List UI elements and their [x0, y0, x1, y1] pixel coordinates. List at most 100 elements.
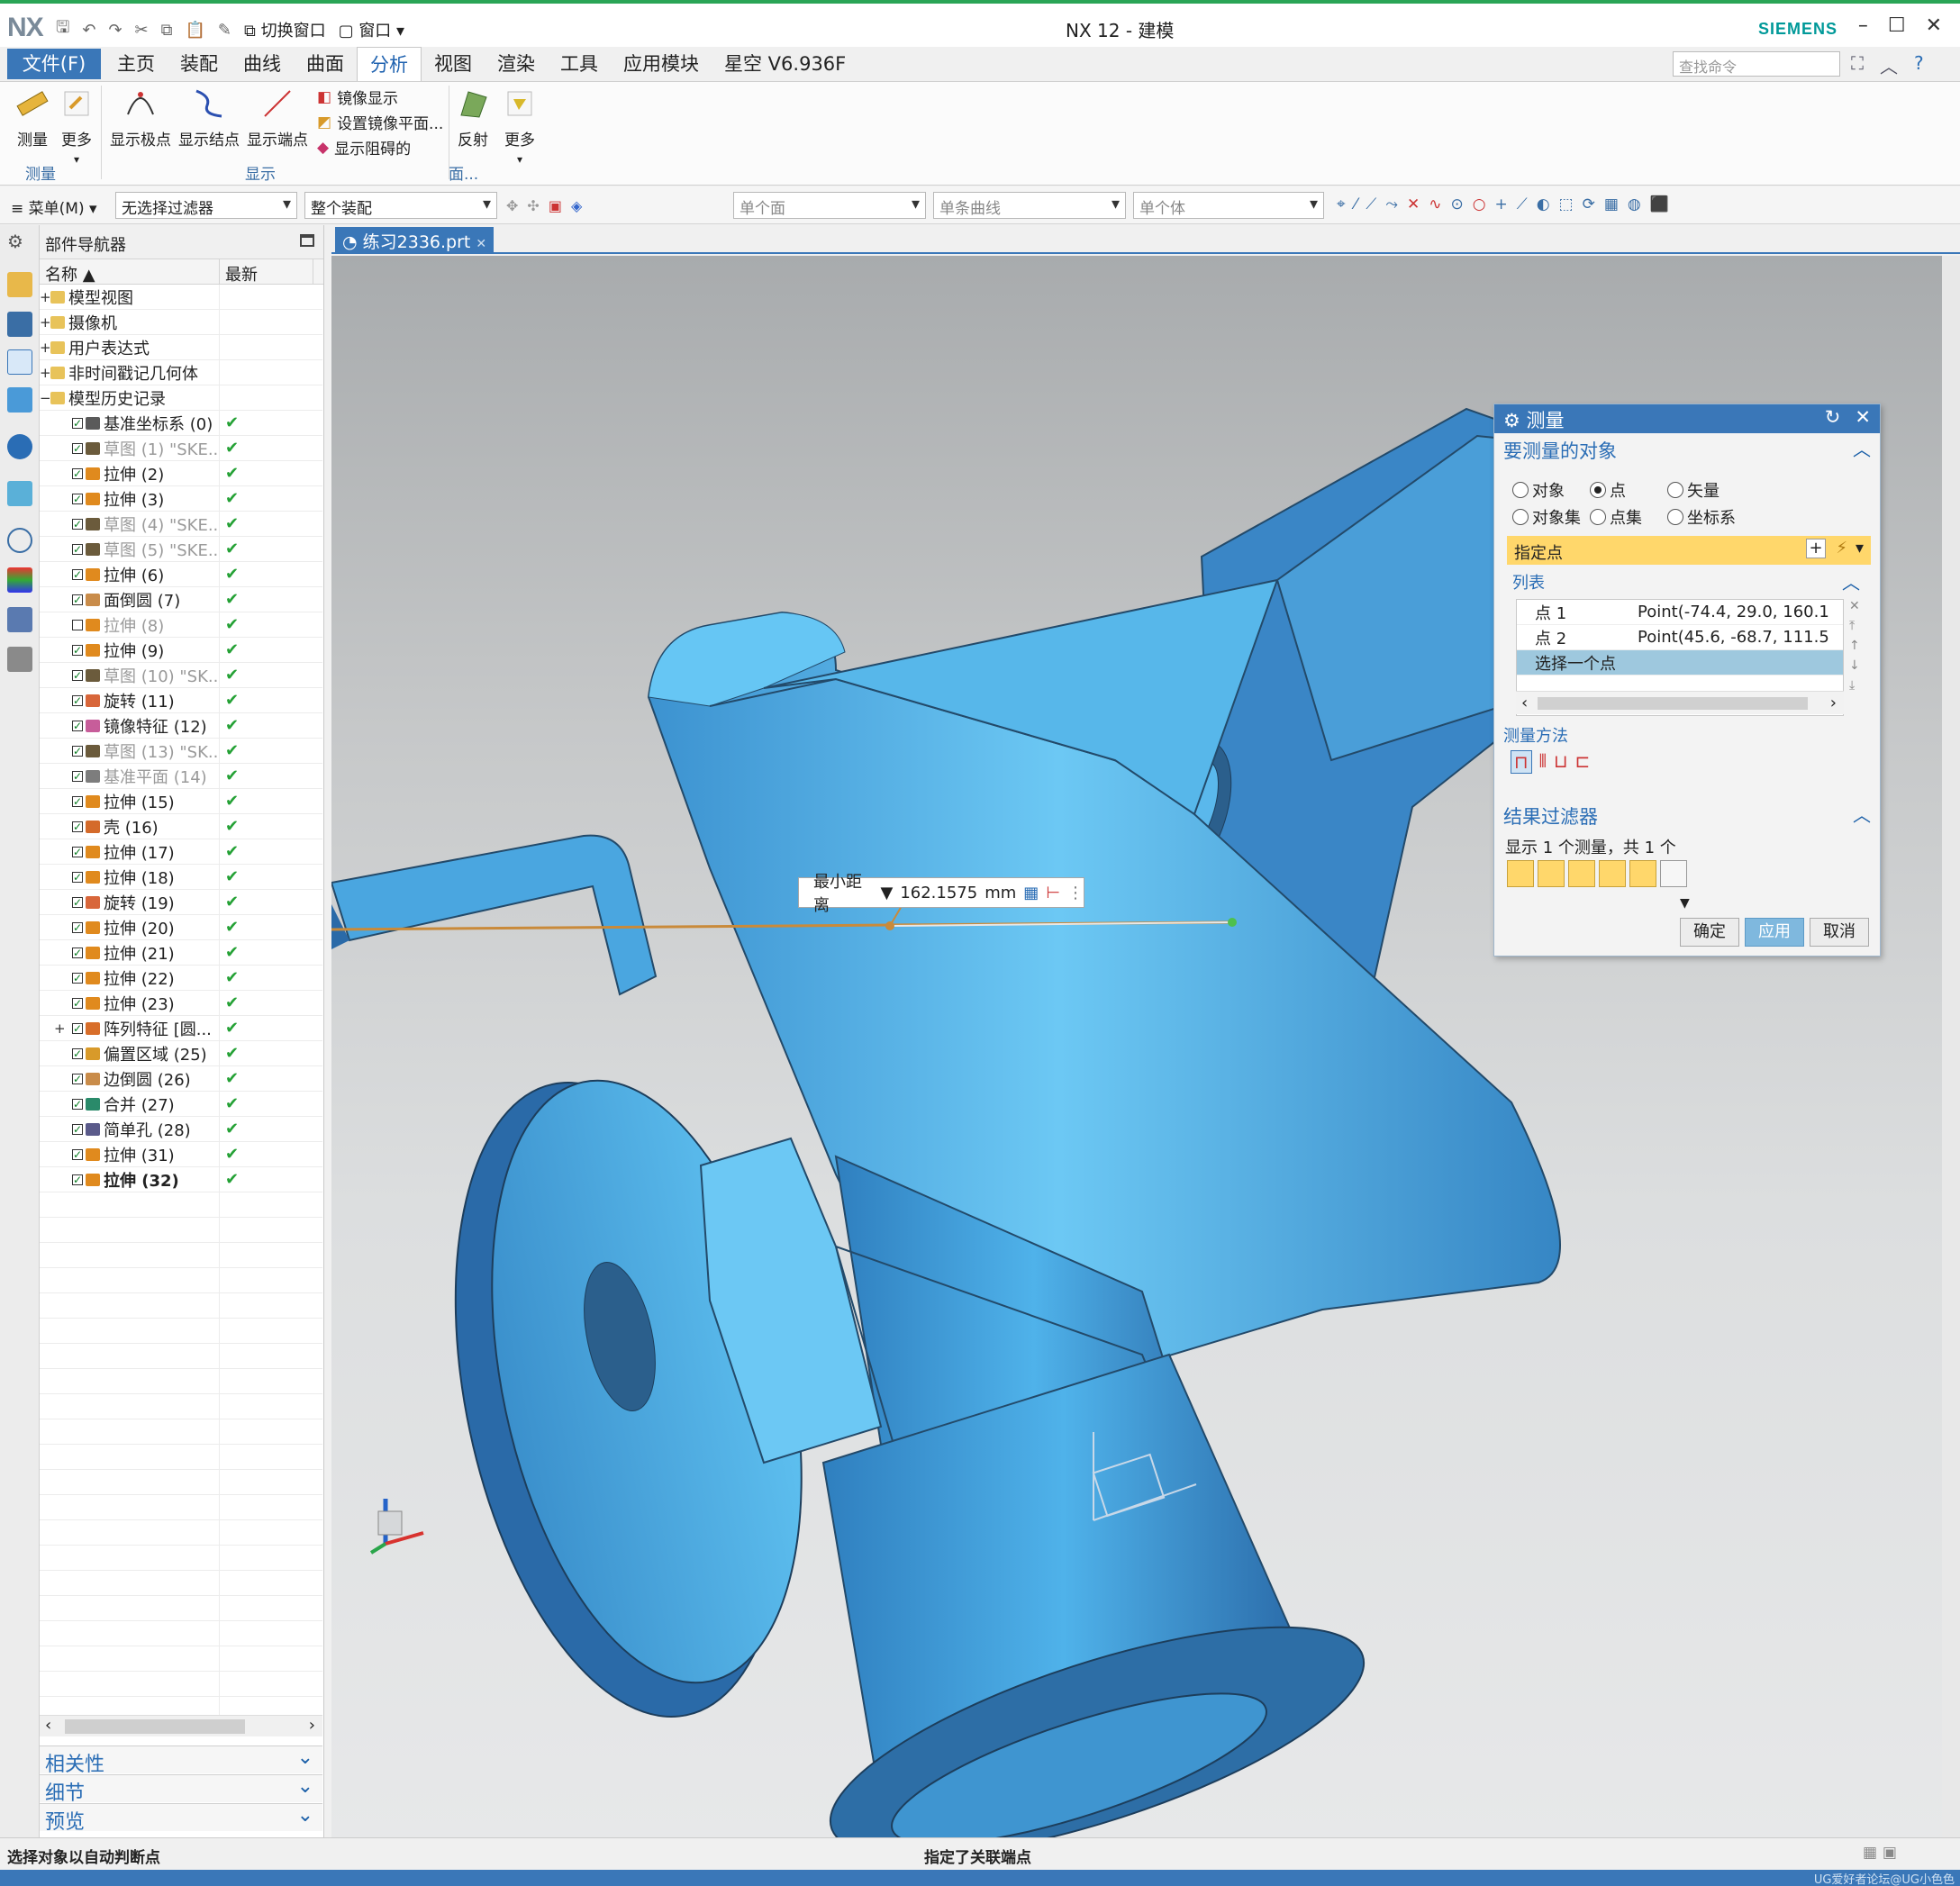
visibility-checkbox[interactable]: ✓: [72, 1123, 83, 1135]
ok-button[interactable]: 确定: [1680, 918, 1739, 947]
part-navigator-icon[interactable]: [7, 349, 32, 375]
expand-toggle-icon[interactable]: +: [40, 365, 51, 381]
face-rule-dropdown[interactable]: 单个面: [733, 192, 926, 219]
expand-toggle-icon[interactable]: −: [40, 390, 51, 406]
filter-table-icon[interactable]: [1660, 860, 1687, 887]
visibility-checkbox[interactable]: ✓: [72, 770, 83, 782]
feature-row[interactable]: ✓ 拉伸 (17) ✔: [40, 839, 322, 865]
constraint-navigator-icon[interactable]: [7, 312, 32, 337]
column-name[interactable]: 名称 ▲: [40, 259, 220, 285]
minimize-icon[interactable]: –: [1858, 14, 1868, 37]
fullscreen-icon[interactable]: ⛶: [1851, 52, 1864, 78]
navigator-hscrollbar[interactable]: ‹ ›: [40, 1715, 322, 1736]
list-scroll-thumb[interactable]: [1538, 697, 1808, 710]
close-icon[interactable]: ✕: [1926, 14, 1942, 37]
maximize-panel-icon[interactable]: [300, 234, 314, 247]
tab-9[interactable]: 星空 V6.936F: [712, 47, 858, 82]
feature-row[interactable]: ✓ 拉伸 (20) ✔: [40, 914, 322, 940]
visibility-checkbox[interactable]: ✓: [72, 795, 83, 807]
tab-2[interactable]: 曲线: [231, 47, 294, 82]
method-screen-icon[interactable]: ⊔: [1554, 750, 1568, 774]
scroll-right-icon[interactable]: ›: [309, 1716, 315, 1735]
feature-row[interactable]: ✓ 草图 (13) "SK... ✔: [40, 738, 322, 764]
maximize-icon[interactable]: ☐: [1888, 14, 1906, 37]
reset-icon[interactable]: ↻: [1825, 406, 1841, 428]
callout-grip-icon[interactable]: ⋮: [1067, 884, 1084, 902]
visibility-checkbox[interactable]: ✓: [72, 1047, 83, 1059]
system-materials-icon[interactable]: [7, 567, 32, 593]
tree-group-row[interactable]: − 模型历史记录: [40, 385, 322, 411]
tree-group-row[interactable]: + 摄像机: [40, 309, 322, 335]
body-rule-dropdown[interactable]: 单个体: [1133, 192, 1324, 219]
visibility-checkbox[interactable]: ✓: [72, 568, 83, 580]
point-list-row[interactable]: 点 1 Point(-74.4, 29.0, 160.1: [1517, 600, 1843, 625]
visibility-checkbox[interactable]: ✓: [72, 543, 83, 555]
group-measure-label[interactable]: 测量: [25, 161, 56, 184]
help-icon[interactable]: ?: [1914, 52, 1924, 78]
visibility-checkbox[interactable]: ✓: [72, 972, 83, 984]
point-list-row[interactable]: 点 2 Point(45.6, -68.7, 111.5: [1517, 625, 1843, 650]
feature-row[interactable]: ✓ 拉伸 (32) ✔: [40, 1166, 322, 1192]
curve-point-icon[interactable]: ∿: [1429, 195, 1441, 213]
tab-5[interactable]: 视图: [422, 47, 485, 82]
show-endpoints-button[interactable]: 显示端点: [245, 86, 310, 150]
expand-toggle-icon[interactable]: +: [54, 1020, 66, 1037]
command-search-input[interactable]: 查找命令: [1673, 51, 1840, 77]
cut-icon[interactable]: ✂: [135, 21, 149, 40]
tree-group-row[interactable]: + 用户表达式: [40, 334, 322, 360]
view-icon[interactable]: ⬚: [1559, 195, 1574, 213]
tree-group-row[interactable]: + 模型视图: [40, 284, 322, 310]
feature-row[interactable]: ✓ 偏置区域 (25) ✔: [40, 1040, 322, 1066]
visibility-checkbox[interactable]: ✓: [72, 442, 83, 454]
switch-window-button[interactable]: ⧉ 切换窗口: [244, 18, 326, 41]
undo-icon[interactable]: ↶: [82, 21, 95, 40]
mirror-display-button[interactable]: ◧ 镜像显示: [317, 86, 398, 109]
reflect-button[interactable]: 反射: [452, 86, 494, 150]
assembly-navigator-icon[interactable]: [7, 272, 32, 297]
feature-row[interactable]: ✓ 拉伸 (15) ✔: [40, 788, 322, 814]
group-face-label[interactable]: 面...: [449, 161, 478, 184]
document-tab[interactable]: ◔ 练习2336.prt ✕: [335, 227, 495, 254]
feature-row[interactable]: ✓ 草图 (4) "SKE... ✔: [40, 511, 322, 537]
tab-3[interactable]: 曲面: [294, 47, 357, 82]
filter-vector-icon[interactable]: [1568, 860, 1595, 887]
radio-point-set[interactable]: 点集: [1590, 505, 1642, 529]
feature-row[interactable]: ✓ 拉伸 (21) ✔: [40, 939, 322, 966]
feature-row[interactable]: ✓ 拉伸 (31) ✔: [40, 1141, 322, 1167]
section-filter-header[interactable]: 结果过滤器 ︿: [1494, 799, 1880, 833]
feature-row[interactable]: ✓ 拉伸 (9) ✔: [40, 637, 322, 663]
set-mirror-plane-button[interactable]: ◩ 设置镜像平面...: [317, 111, 443, 134]
control-point-icon[interactable]: ⤳: [1385, 195, 1398, 213]
feature-row[interactable]: ✓ 拉伸 (3) ✔: [40, 485, 322, 512]
visibility-checkbox[interactable]: ✓: [72, 896, 83, 908]
visibility-checkbox[interactable]: ✓: [72, 1174, 83, 1185]
cube-icon[interactable]: ⬛: [1650, 195, 1669, 213]
show-knots-button[interactable]: 显示结点: [177, 86, 241, 150]
feature-row[interactable]: ✓ 拉伸 (18) ✔: [40, 864, 322, 890]
feature-row[interactable]: ✓ 壳 (16) ✔: [40, 813, 322, 839]
feature-row[interactable]: ✓ 旋转 (19) ✔: [40, 889, 322, 915]
quadrant-icon[interactable]: ○: [1473, 195, 1486, 213]
visibility-checkbox[interactable]: ✓: [72, 871, 83, 883]
web-browser-icon[interactable]: [7, 481, 32, 506]
point-list-row[interactable]: 选择一个点: [1517, 650, 1843, 676]
visibility-checkbox[interactable]: ✓: [72, 467, 83, 479]
method-distance-icon[interactable]: ⊓: [1511, 750, 1532, 774]
radio-object-set[interactable]: 对象集: [1512, 505, 1581, 529]
reuse-library-icon[interactable]: [7, 387, 32, 413]
expand-toggle-icon[interactable]: +: [40, 289, 51, 305]
feature-row[interactable]: ✓ 面倒圆 (7) ✔: [40, 586, 322, 612]
feature-row[interactable]: ✓ 基准平面 (14) ✔: [40, 763, 322, 789]
show-obstruct-button[interactable]: ◆ 显示阻碍的: [317, 136, 411, 159]
move-top-icon[interactable]: ⤒: [1849, 619, 1860, 633]
window-menu-button[interactable]: ▢ 窗口 ▾: [339, 18, 405, 41]
section-objects-header[interactable]: 要测量的对象 ︿: [1494, 433, 1880, 469]
tab-4[interactable]: 分析: [357, 47, 422, 82]
point-type-dropdown-icon[interactable]: ▾: [1856, 539, 1864, 558]
filter-area-icon[interactable]: [1599, 860, 1626, 887]
list-section-header[interactable]: 列表 ︿: [1503, 567, 1869, 597]
feature-row[interactable]: ✓ 草图 (1) "SKE... ✔: [40, 435, 322, 461]
visibility-checkbox[interactable]: ✓: [72, 997, 83, 1009]
callout-table-icon[interactable]: ▦: [1023, 884, 1039, 902]
paste-icon[interactable]: 📋: [185, 21, 204, 40]
